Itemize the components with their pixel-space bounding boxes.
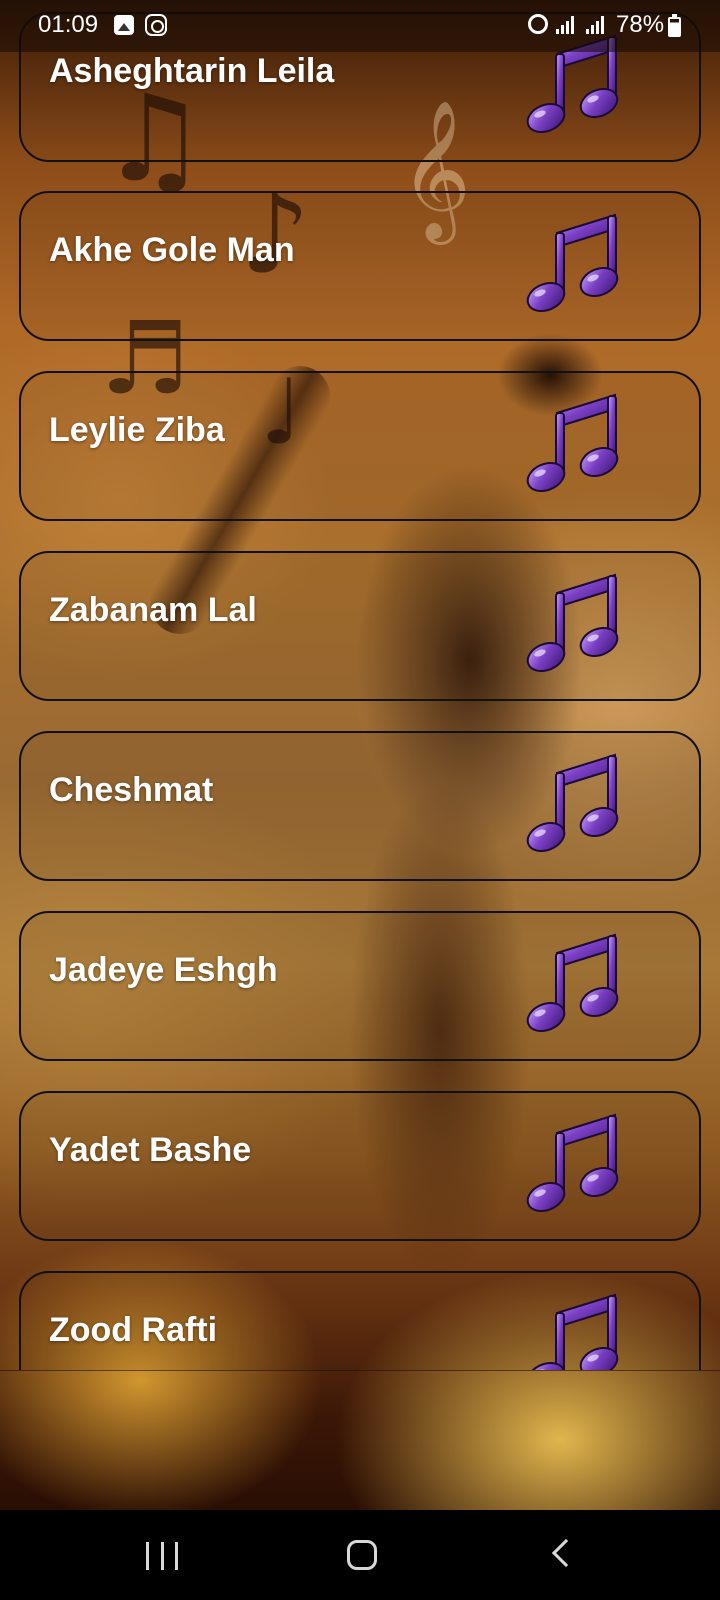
song-item-yadet-bashe[interactable]: Yadet Bashe: [19, 1091, 701, 1241]
alarm-icon: [528, 14, 548, 34]
navigation-bar: [0, 1510, 720, 1600]
song-item-akhe-gole-man[interactable]: Akhe Gole Man: [19, 191, 701, 341]
battery-percentage: 78%: [616, 11, 665, 38]
music-note-icon: [523, 754, 623, 857]
back-icon[interactable]: [551, 1538, 581, 1568]
song-title: Cheshmat: [49, 771, 214, 809]
home-icon[interactable]: [347, 1540, 377, 1570]
song-item-cheshmat[interactable]: Cheshmat: [19, 731, 701, 881]
gallery-icon: [114, 15, 134, 35]
song-item-leylie-ziba[interactable]: Leylie Ziba: [19, 371, 701, 521]
status-time: 01:09: [38, 11, 99, 38]
signal-icon: [586, 16, 608, 34]
music-note-icon: [523, 1294, 623, 1370]
song-item-zood-rafti[interactable]: Zood Rafti: [19, 1271, 701, 1370]
recents-icon[interactable]: [146, 1542, 178, 1570]
song-item-jadeye-eshgh[interactable]: Jadeye Eshgh: [19, 911, 701, 1061]
status-bar: 01:09 78%: [0, 0, 720, 52]
music-note-icon: [523, 934, 623, 1037]
music-note-icon: [523, 1114, 623, 1217]
song-title: Zood Rafti: [49, 1311, 218, 1349]
song-item-zabanam-lal[interactable]: Zabanam Lal: [19, 551, 701, 701]
music-note-icon: [523, 214, 623, 317]
song-title: Leylie Ziba: [49, 411, 225, 449]
list-bottom-divider: [0, 1370, 720, 1371]
song-title: Jadeye Eshgh: [49, 951, 278, 989]
battery-icon: [668, 14, 681, 37]
music-note-icon: [523, 574, 623, 677]
song-title: Zabanam Lal: [49, 591, 257, 629]
song-title: Akhe Gole Man: [49, 231, 295, 269]
signal-icon: [556, 16, 578, 34]
song-title: Yadet Bashe: [49, 1131, 252, 1169]
song-title: Asheghtarin Leila: [49, 52, 335, 90]
instagram-icon: [145, 14, 167, 36]
music-note-icon: [523, 394, 623, 497]
song-list[interactable]: Asheghtarin Leila Akhe Gole Man Leylie Z…: [0, 0, 720, 1370]
